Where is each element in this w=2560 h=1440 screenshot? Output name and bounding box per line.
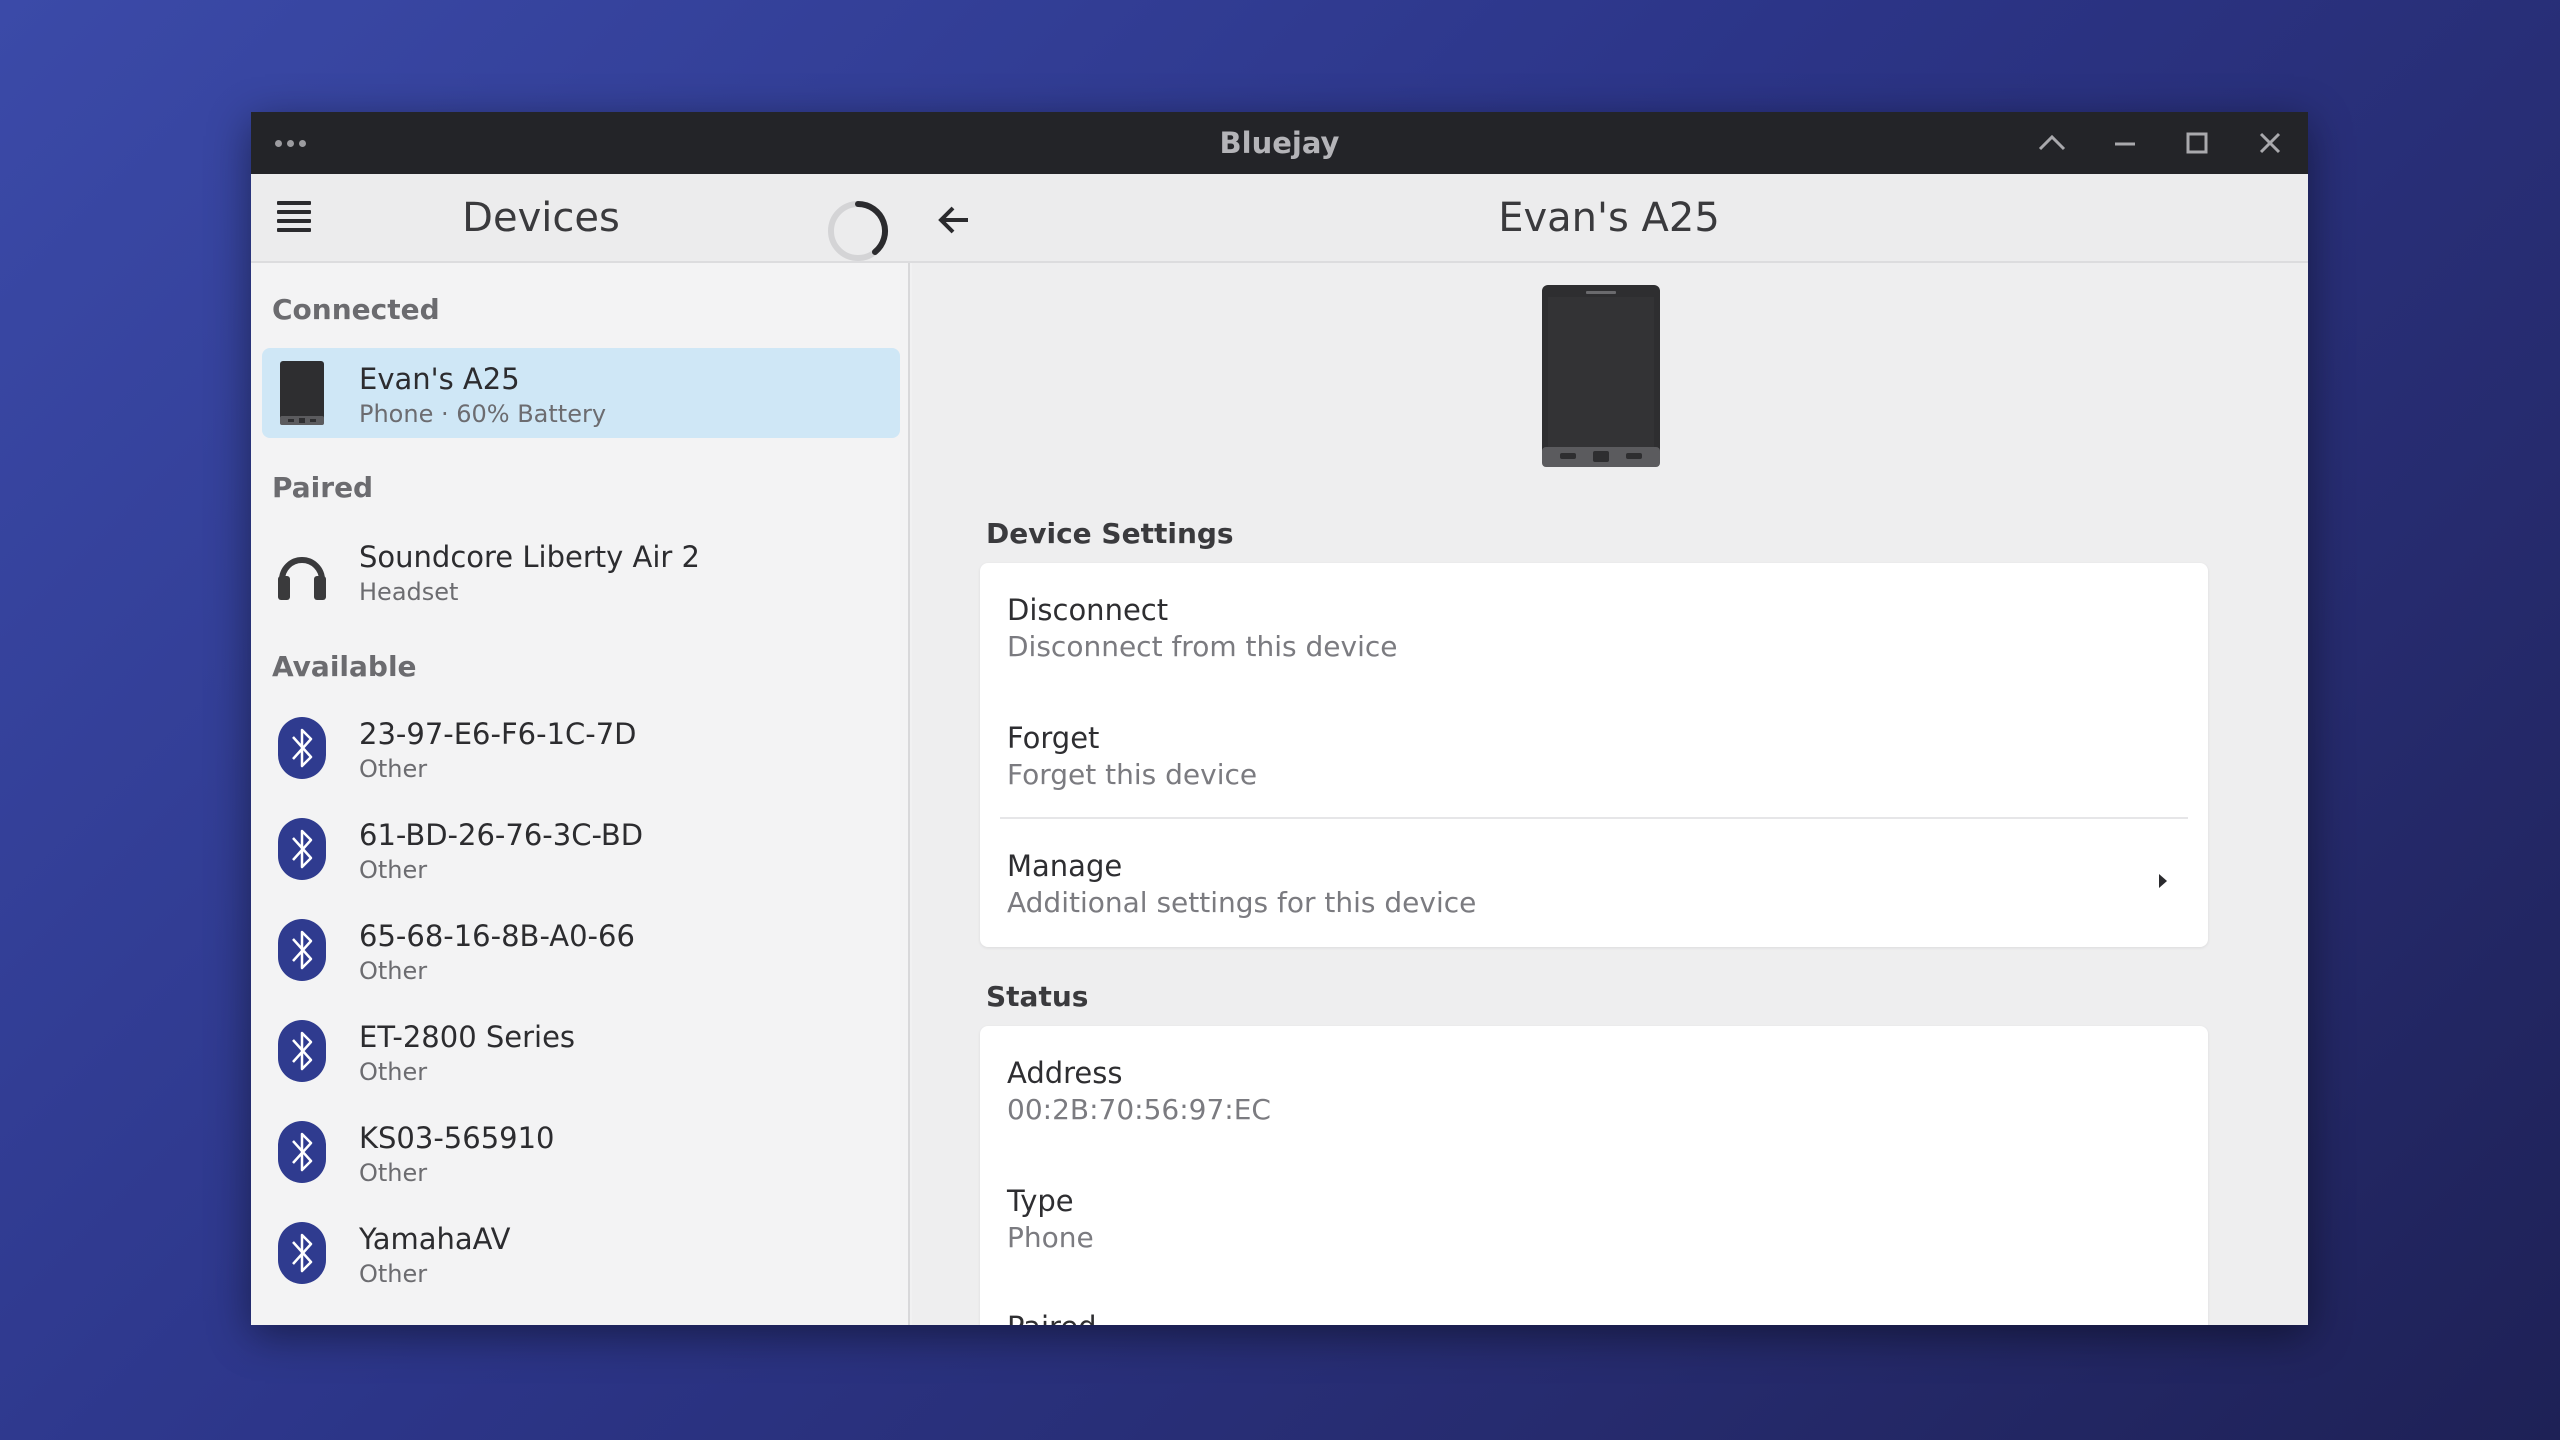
bluetooth-icon bbox=[278, 1121, 326, 1183]
device-name: Evan's A25 bbox=[359, 362, 520, 396]
bluetooth-icon bbox=[278, 818, 326, 880]
window-title: Bluejay bbox=[1219, 126, 1340, 160]
section-connected: Connected bbox=[272, 293, 440, 326]
device-subtitle: Other bbox=[359, 755, 428, 783]
close-icon[interactable] bbox=[2252, 125, 2288, 161]
device-row-soundcore[interactable]: Soundcore Liberty Air 2 Headset bbox=[262, 526, 900, 616]
bluetooth-icon bbox=[278, 919, 326, 981]
device-subtitle: Other bbox=[359, 1058, 428, 1086]
device-row-available[interactable]: 61-BD-26-76-3C-BD Other bbox=[262, 804, 900, 894]
manage-subtitle: Additional settings for this device bbox=[1007, 886, 1477, 919]
device-row-available[interactable]: 23-97-E6-F6-1C-7D Other bbox=[262, 703, 900, 793]
device-name: KS03-565910 bbox=[359, 1121, 555, 1155]
device-name: ET-2800 Series bbox=[359, 1020, 576, 1054]
status-card: Address 00:2B:70:56:97:EC Type Phone Pai… bbox=[980, 1026, 2208, 1325]
bluetooth-icon bbox=[278, 717, 326, 779]
devices-title: Devices bbox=[462, 195, 620, 241]
headset-icon bbox=[278, 557, 326, 600]
bluetooth-icon bbox=[278, 1222, 326, 1284]
hamburger-menu-icon[interactable] bbox=[277, 201, 311, 235]
device-subtitle: Other bbox=[359, 856, 428, 884]
device-name: Soundcore Liberty Air 2 bbox=[359, 540, 700, 574]
type-row: Type Phone bbox=[980, 1154, 2208, 1280]
type-value: Phone bbox=[1007, 1221, 1094, 1254]
device-row-available[interactable]: YamahaAV Other bbox=[262, 1208, 900, 1298]
device-subtitle: Other bbox=[359, 957, 428, 985]
back-arrow-icon[interactable] bbox=[934, 200, 974, 240]
device-name: YamahaAV bbox=[359, 1222, 511, 1256]
chevron-right-icon bbox=[2159, 874, 2167, 888]
device-name: 23-97-E6-F6-1C-7D bbox=[359, 717, 637, 751]
forget-title: Forget bbox=[1007, 721, 1100, 755]
forget-row[interactable]: Forget Forget this device bbox=[980, 691, 2208, 817]
device-row-available[interactable]: KS03-565910 Other bbox=[262, 1107, 900, 1197]
device-subtitle: Other bbox=[359, 1260, 428, 1288]
title-bar: Bluejay bbox=[251, 112, 2308, 174]
disconnect-title: Disconnect bbox=[1007, 593, 1169, 627]
address-value: 00:2B:70:56:97:EC bbox=[1007, 1093, 1271, 1126]
device-detail-pane: Device Settings Disconnect Disconnect fr… bbox=[912, 263, 2308, 1325]
device-settings-card: Disconnect Disconnect from this device F… bbox=[980, 563, 2208, 947]
disconnect-row[interactable]: Disconnect Disconnect from this device bbox=[980, 563, 2208, 691]
phone-icon bbox=[1542, 285, 1660, 467]
keep-above-icon[interactable] bbox=[2034, 125, 2070, 161]
paired-title: Paired bbox=[1007, 1310, 1097, 1325]
device-name: 61-BD-26-76-3C-BD bbox=[359, 818, 644, 852]
phone-icon bbox=[280, 361, 324, 425]
address-title: Address bbox=[1007, 1056, 1123, 1090]
address-row: Address 00:2B:70:56:97:EC bbox=[980, 1026, 2208, 1154]
forget-subtitle: Forget this device bbox=[1007, 758, 1258, 791]
paired-row: Paired bbox=[980, 1280, 2208, 1325]
manage-row[interactable]: Manage Additional settings for this devi… bbox=[980, 819, 2208, 947]
section-paired: Paired bbox=[272, 471, 374, 504]
section-available: Available bbox=[272, 650, 417, 683]
device-row-available[interactable]: 65-68-16-8B-A0-66 Other bbox=[262, 905, 900, 995]
maximize-icon[interactable] bbox=[2179, 125, 2215, 161]
device-list: Connected Evan's A25 Phone · 60% Battery… bbox=[251, 263, 910, 1325]
manage-title: Manage bbox=[1007, 849, 1123, 883]
device-name: 65-68-16-8B-A0-66 bbox=[359, 919, 635, 953]
device-row-available[interactable]: ET-2800 Series Other bbox=[262, 1006, 900, 1096]
device-subtitle: Other bbox=[359, 1159, 428, 1187]
loading-spinner-icon bbox=[828, 201, 889, 261]
device-detail-header: Evan's A25 bbox=[910, 174, 2308, 263]
device-subtitle: Phone · 60% Battery bbox=[359, 400, 607, 428]
bluetooth-icon bbox=[278, 1020, 326, 1082]
device-row-evans-a25[interactable]: Evan's A25 Phone · 60% Battery bbox=[262, 348, 900, 438]
disconnect-subtitle: Disconnect from this device bbox=[1007, 630, 1398, 663]
device-detail-title: Evan's A25 bbox=[1498, 195, 1720, 241]
status-label: Status bbox=[986, 980, 1089, 1013]
app-window: Bluejay Devices Connected Evan's A25 Pho… bbox=[251, 112, 2308, 1325]
minimize-icon[interactable] bbox=[2107, 125, 2143, 161]
type-title: Type bbox=[1007, 1184, 1074, 1218]
device-subtitle: Headset bbox=[359, 578, 459, 606]
device-settings-label: Device Settings bbox=[986, 517, 1234, 550]
devices-header: Devices bbox=[251, 174, 910, 263]
